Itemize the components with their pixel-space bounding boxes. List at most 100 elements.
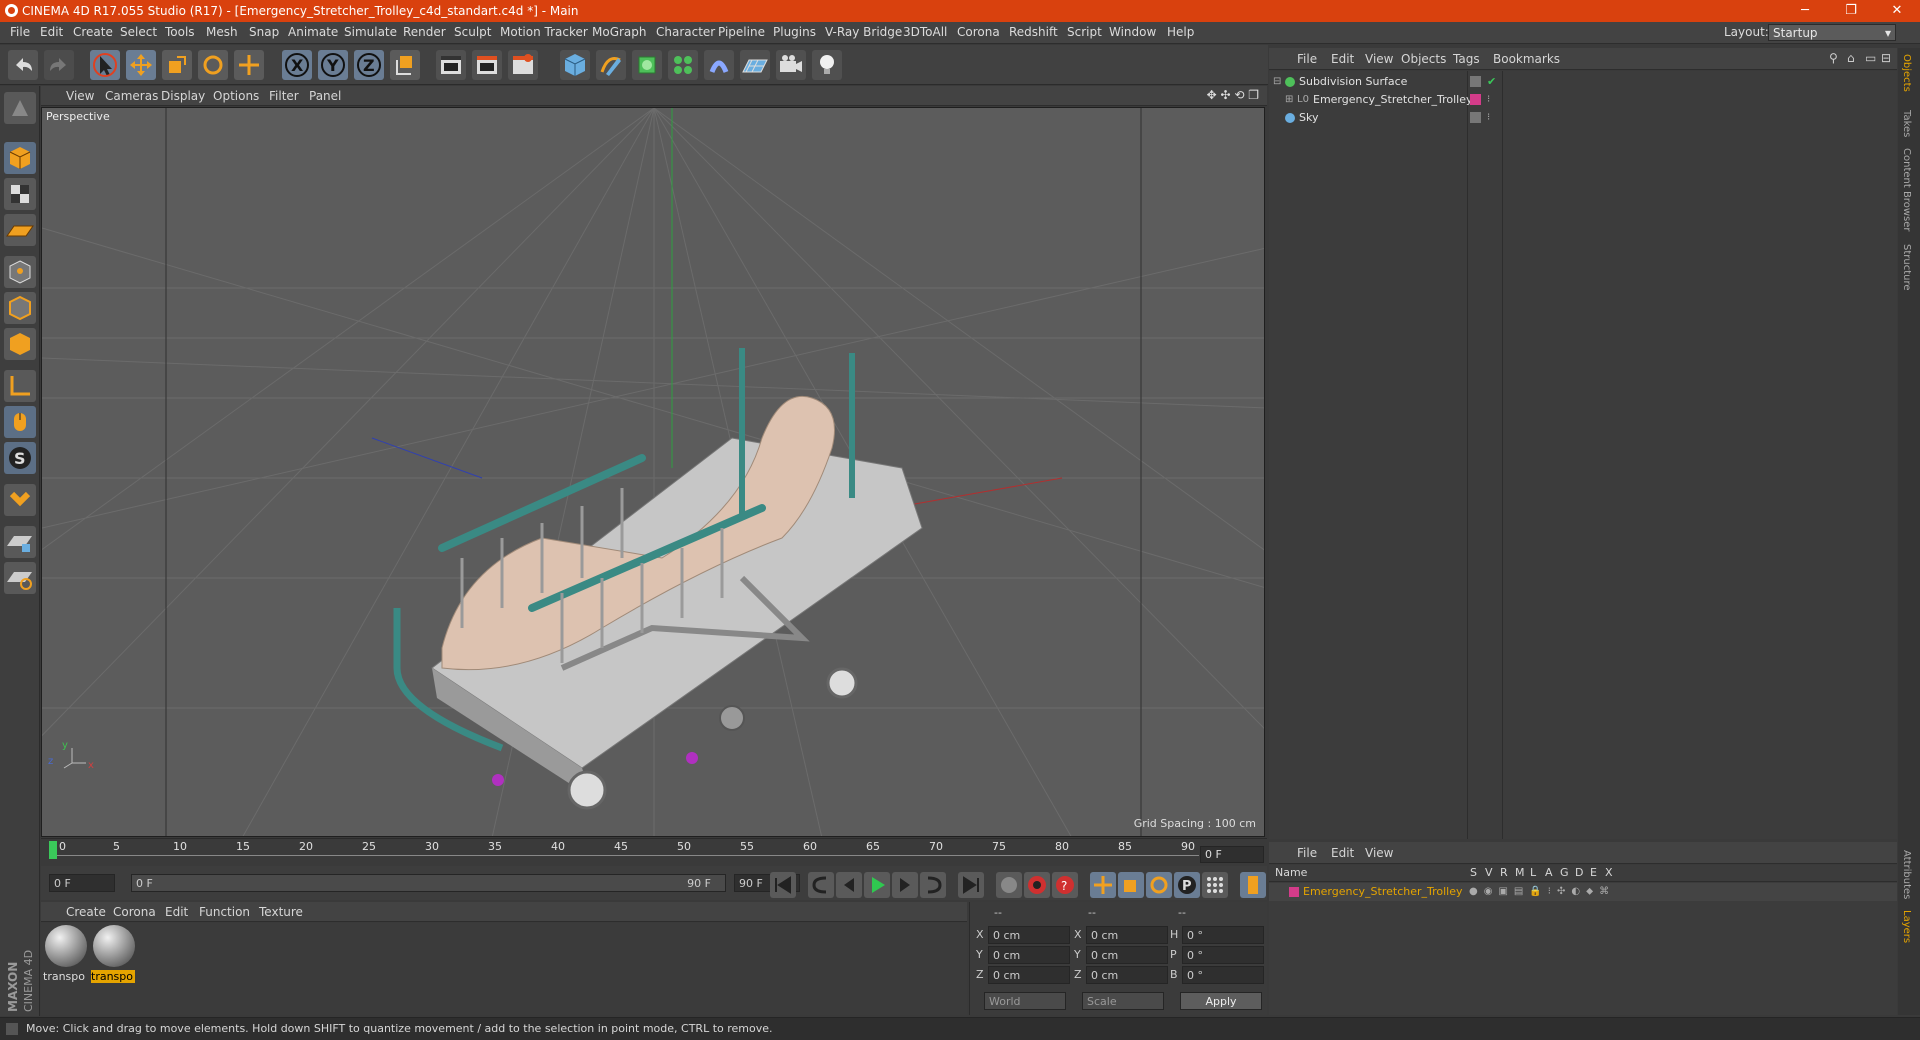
- x-axis-lock-button[interactable]: X: [282, 50, 312, 80]
- viewport-menu-cameras[interactable]: Cameras: [105, 89, 158, 103]
- object-menu-edit[interactable]: Edit: [1331, 52, 1354, 66]
- object-menu-objects[interactable]: Objects: [1401, 52, 1446, 66]
- next-frame-button[interactable]: [892, 872, 918, 898]
- object-row-stretcher[interactable]: ⊞ L0 Emergency_Stretcher_Trolley ⁝: [1269, 91, 1897, 109]
- tweak-mode-button[interactable]: [4, 406, 36, 438]
- layer-row[interactable]: Emergency_Stretcher_Trolley ●◉▣▤🔒⁝✣◐⬥⌘: [1269, 883, 1897, 901]
- render-settings-button[interactable]: [508, 50, 538, 80]
- apply-button[interactable]: Apply: [1180, 992, 1262, 1010]
- menu-create[interactable]: Create: [73, 25, 113, 39]
- tab-takes[interactable]: Takes: [1901, 110, 1912, 137]
- floor-button[interactable]: [740, 50, 770, 80]
- tab-objects[interactable]: Objects: [1901, 54, 1912, 92]
- menu-3dtoall[interactable]: 3DToAll: [903, 25, 947, 39]
- material-menu-create[interactable]: Create: [66, 905, 106, 919]
- object-menu-tags[interactable]: Tags: [1453, 52, 1480, 66]
- object-row-subdivision[interactable]: ⊟ Subdivision Surface ✔: [1269, 73, 1897, 91]
- viewport-menu-view[interactable]: View: [66, 89, 94, 103]
- camera-button[interactable]: [776, 50, 806, 80]
- menu-mesh[interactable]: Mesh: [206, 25, 238, 39]
- timeline-ruler[interactable]: 0 5 10 15 20 25 30 35 40 45 50 55 60 65 …: [41, 838, 1267, 862]
- render-picture-viewer-button[interactable]: [472, 50, 502, 80]
- object-menu-view[interactable]: View: [1365, 52, 1393, 66]
- material-swatch[interactable]: transpo: [43, 925, 87, 983]
- menu-pipeline[interactable]: Pipeline: [718, 25, 765, 39]
- polygons-mode-button[interactable]: [4, 328, 36, 360]
- menu-plugins[interactable]: Plugins: [773, 25, 816, 39]
- snap-button[interactable]: S: [4, 442, 36, 474]
- key-scale-button[interactable]: [1118, 872, 1144, 898]
- subdivision-surface-button[interactable]: [632, 50, 662, 80]
- tab-attributes[interactable]: Attributes: [1901, 850, 1912, 899]
- workplane-lock-button[interactable]: [4, 526, 36, 558]
- timeline-window-button[interactable]: [1240, 872, 1266, 898]
- rotate-tool-button[interactable]: [198, 50, 228, 80]
- layer-toggle-icons[interactable]: ●◉▣▤🔒⁝✣◐⬥⌘: [1469, 883, 1615, 901]
- rotation-h-field[interactable]: 0 °: [1182, 926, 1264, 944]
- menu-mograph[interactable]: MoGraph: [592, 25, 647, 39]
- frame-range-slider[interactable]: 0 F 90 F: [131, 874, 726, 892]
- menu-simulate[interactable]: Simulate: [344, 25, 397, 39]
- pen-spline-button[interactable]: [596, 50, 626, 80]
- rotation-p-field[interactable]: 0 °: [1182, 946, 1264, 964]
- viewport-menu-panel[interactable]: Panel: [309, 89, 341, 103]
- material-menu-function[interactable]: Function: [199, 905, 250, 919]
- dots-icon[interactable]: ⁝: [1487, 91, 1490, 109]
- layer-menu-view[interactable]: View: [1365, 846, 1393, 860]
- size-z-field[interactable]: 0 cm: [1086, 966, 1168, 984]
- deformer-button[interactable]: [704, 50, 734, 80]
- material-menu-corona[interactable]: Corona: [113, 905, 156, 919]
- size-y-field[interactable]: 0 cm: [1086, 946, 1168, 964]
- move-tool-button[interactable]: [126, 50, 156, 80]
- timeline-playhead[interactable]: [49, 841, 57, 859]
- collapse-icon[interactable]: ⊟: [1273, 73, 1281, 91]
- next-key-button[interactable]: [920, 872, 946, 898]
- expand-icon[interactable]: ⊞: [1285, 91, 1293, 109]
- menu-snap[interactable]: Snap: [249, 25, 279, 39]
- menu-corona[interactable]: Corona: [957, 25, 1000, 39]
- new-view-icon[interactable]: ▭: [1865, 51, 1876, 65]
- position-z-field[interactable]: 0 cm: [988, 966, 1070, 984]
- undo-button[interactable]: [8, 50, 38, 80]
- menu-tools[interactable]: Tools: [165, 25, 195, 39]
- size-x-field[interactable]: 0 cm: [1086, 926, 1168, 944]
- key-rotation-button[interactable]: [1146, 872, 1172, 898]
- cube-object-button[interactable]: [560, 50, 590, 80]
- key-position-button[interactable]: [1090, 872, 1116, 898]
- editor-visibility-icon[interactable]: [1470, 76, 1481, 87]
- layer-menu-edit[interactable]: Edit: [1331, 846, 1354, 860]
- rotation-b-field[interactable]: 0 °: [1182, 966, 1264, 984]
- scale-tool-button[interactable]: [162, 50, 192, 80]
- object-row-sky[interactable]: Sky ⁝: [1269, 109, 1897, 127]
- minimize-button[interactable]: ─: [1782, 0, 1828, 22]
- dots-icon[interactable]: ⁝: [1487, 109, 1490, 127]
- layer-menu-file[interactable]: File: [1297, 846, 1317, 860]
- previous-key-button[interactable]: [808, 872, 834, 898]
- record-button[interactable]: [1024, 872, 1050, 898]
- points-mode-button[interactable]: [4, 256, 36, 288]
- play-button[interactable]: [864, 872, 890, 898]
- motion-record-button[interactable]: [996, 872, 1022, 898]
- live-selection-button[interactable]: [90, 50, 120, 80]
- start-frame-field[interactable]: 0 F: [49, 874, 115, 892]
- coord-scale-select[interactable]: Scale: [1082, 992, 1164, 1010]
- layer-color-icon[interactable]: [1470, 94, 1481, 105]
- cloner-button[interactable]: [668, 50, 698, 80]
- checkmark-icon[interactable]: ✔: [1487, 73, 1496, 91]
- key-parameter-button[interactable]: P: [1174, 872, 1200, 898]
- menu-motion-tracker[interactable]: Motion Tracker: [500, 25, 588, 39]
- viewport-menu-options[interactable]: Options: [213, 89, 259, 103]
- menu-edit[interactable]: Edit: [40, 25, 63, 39]
- viewport-menu-display[interactable]: Display: [161, 89, 205, 103]
- make-editable-button[interactable]: [4, 92, 36, 124]
- autokey-button[interactable]: ?: [1052, 872, 1078, 898]
- tab-layers[interactable]: Layers: [1901, 910, 1912, 943]
- restore-button[interactable]: ❐: [1828, 0, 1874, 22]
- menu-animate[interactable]: Animate: [288, 25, 338, 39]
- menu-redshift[interactable]: Redshift: [1009, 25, 1058, 39]
- coordinate-system-button[interactable]: [390, 50, 420, 80]
- z-axis-lock-button[interactable]: Z: [354, 50, 384, 80]
- menu-vray-bridge[interactable]: V-Ray Bridge: [825, 25, 902, 39]
- current-frame-field[interactable]: 0 F: [1200, 846, 1264, 863]
- material-swatch-selected[interactable]: transpo: [91, 925, 135, 983]
